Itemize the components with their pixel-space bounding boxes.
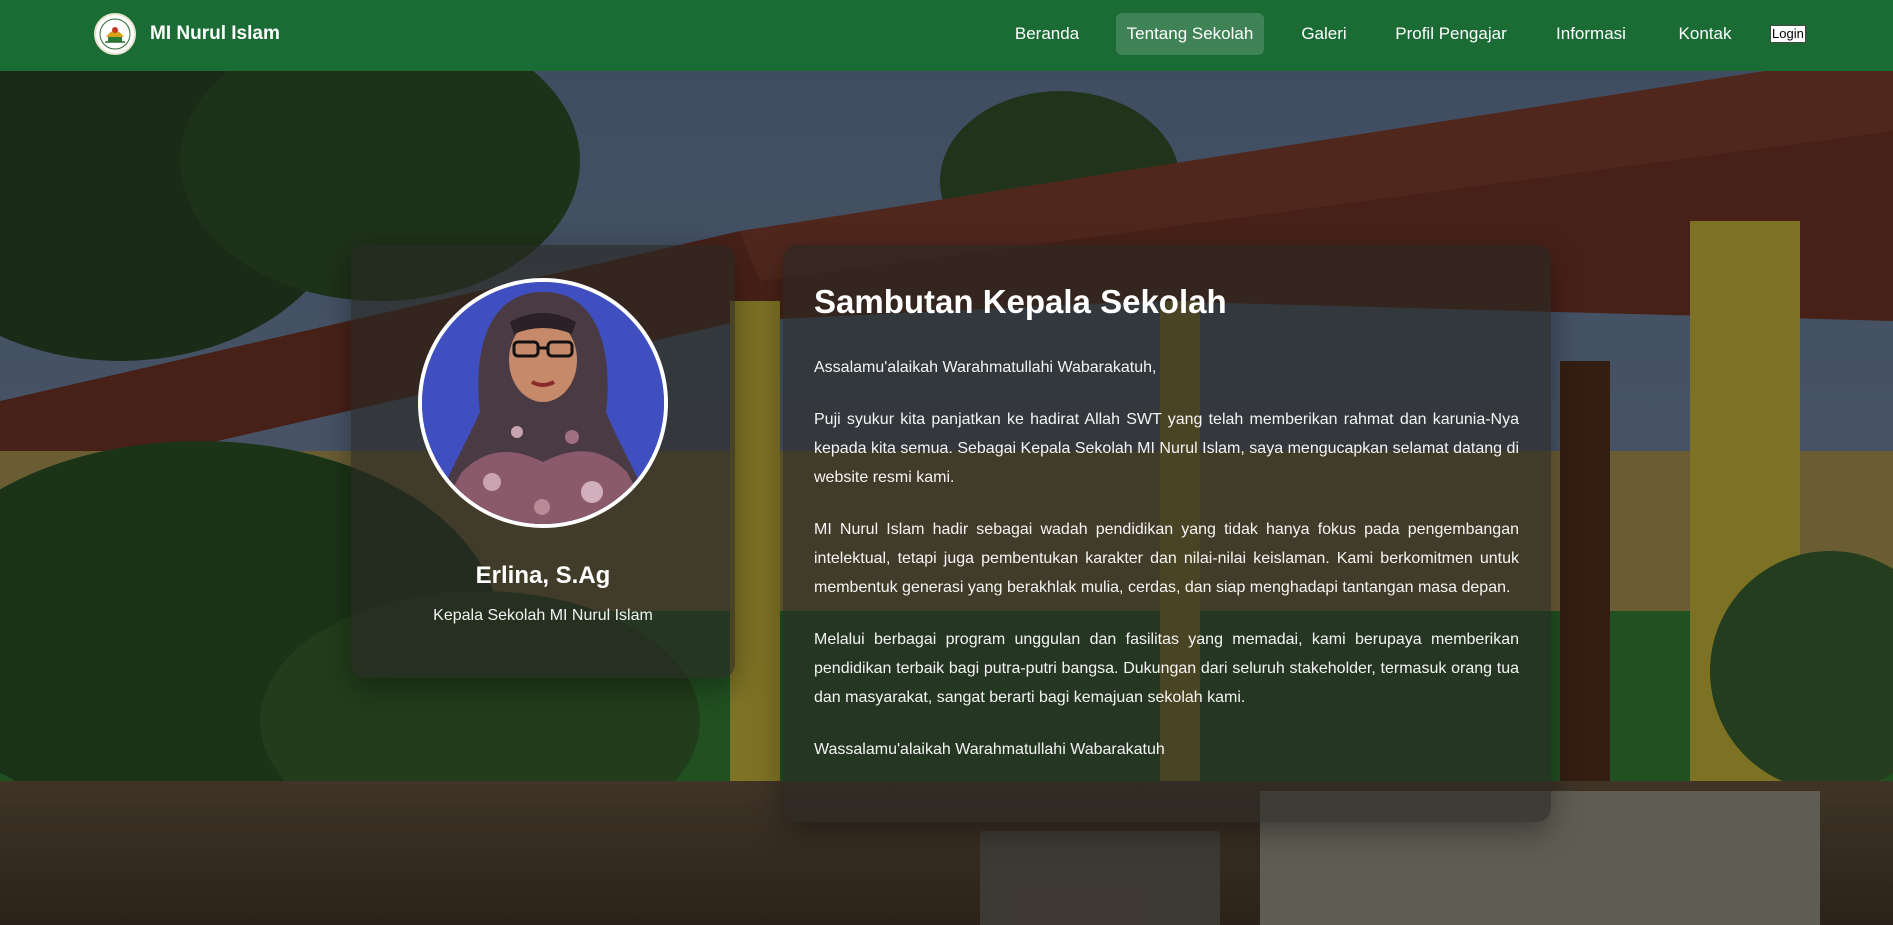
welcome-paragraph: MI Nurul Islam hadir sebagai wadah pendi… (814, 521, 1519, 596)
principal-photo (418, 278, 668, 528)
main-navigation: Beranda Tentang Sekolah Galeri Profil Pe… (0, 0, 1893, 71)
welcome-body: Assalamu'alaikah Warahmatullahi Wabaraka… (814, 353, 1519, 787)
principal-profile-card: Erlina, S.Ag Kepala Sekolah MI Nurul Isl… (351, 245, 735, 678)
top-navbar: MI Nurul Islam Beranda Tentang Sekolah G… (0, 0, 1893, 71)
welcome-paragraph: Wassalamu'alaikah Warahmatullahi Wabarak… (814, 741, 1165, 758)
welcome-paragraph: Melalui berbagai program unggulan dan fa… (814, 631, 1519, 706)
welcome-paragraph: Assalamu'alaikah Warahmatullahi Wabaraka… (814, 359, 1157, 376)
welcome-paragraph: Puji syukur kita panjatkan ke hadirat Al… (814, 411, 1519, 486)
principal-title: Kepala Sekolah MI Nurul Islam (433, 607, 653, 624)
nav-beranda[interactable]: Beranda (1003, 13, 1091, 55)
principal-name: Erlina, S.Ag (475, 562, 611, 589)
nav-kontak[interactable]: Kontak (1668, 13, 1742, 55)
welcome-message-card: Sambutan Kepala Sekolah Assalamu'alaikah… (783, 245, 1551, 822)
nav-tentang-sekolah[interactable]: Tentang Sekolah (1116, 13, 1264, 55)
nav-informasi[interactable]: Informasi (1548, 13, 1634, 55)
login-button[interactable]: Login (1770, 25, 1806, 43)
welcome-title: Sambutan Kepala Sekolah (814, 283, 1227, 320)
nav-galeri[interactable]: Galeri (1290, 13, 1358, 55)
nav-profil-pengajar[interactable]: Profil Pengajar (1389, 13, 1513, 55)
